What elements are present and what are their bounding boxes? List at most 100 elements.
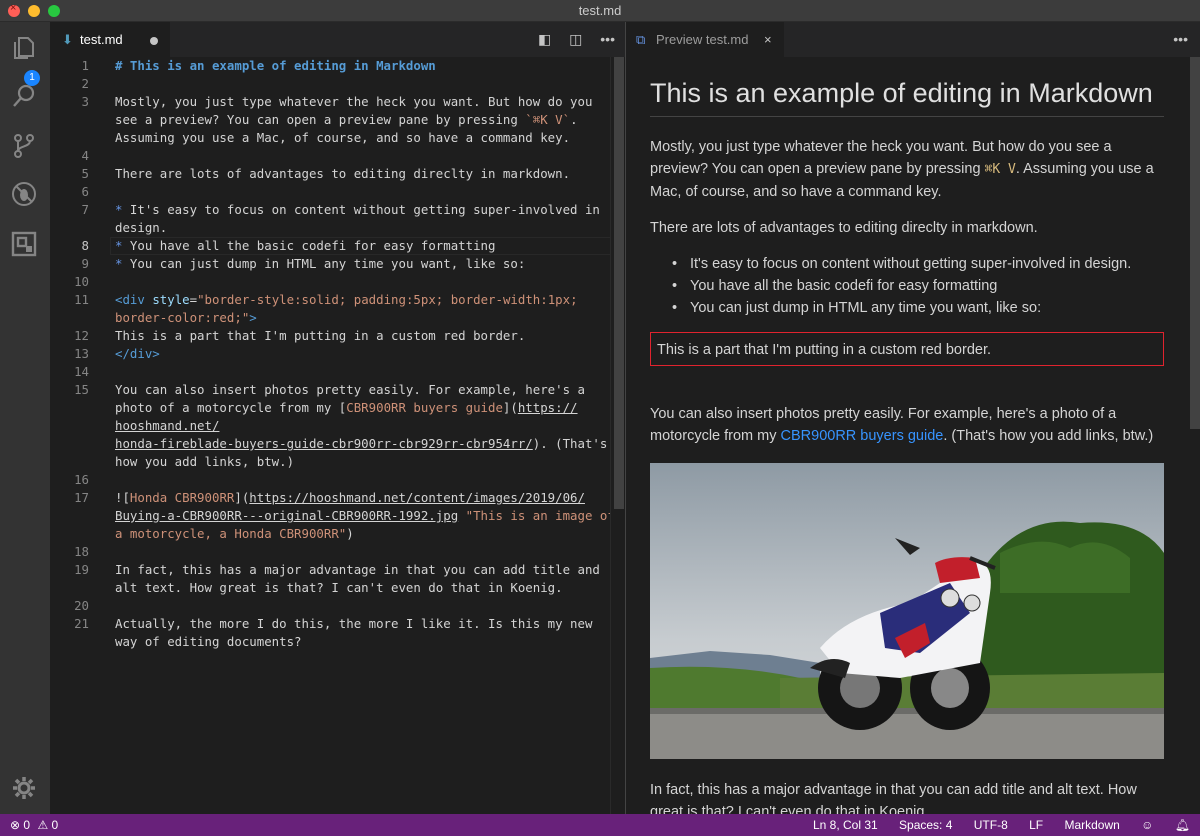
line-number: 3 bbox=[81, 94, 89, 109]
p1-shortcut: ⌘K V bbox=[984, 162, 1016, 177]
language-mode[interactable]: Markdown bbox=[1064, 818, 1119, 832]
code-token: = bbox=[189, 292, 198, 307]
cursor-position[interactable]: Ln 8, Col 31 bbox=[813, 818, 878, 832]
code-token: ) bbox=[346, 526, 354, 541]
code-line[interactable]: 13 </div> bbox=[50, 345, 610, 363]
code-line[interactable]: 2 bbox=[50, 75, 610, 93]
code-line[interactable]: 16 bbox=[50, 471, 610, 489]
code-line[interactable]: 14 bbox=[50, 363, 610, 381]
line-number: 21 bbox=[74, 616, 89, 631]
code-token: <div bbox=[115, 292, 145, 307]
status-bar: ⊗ 0 ⚠ 0 Ln 8, Col 31 Spaces: 4 UTF-8 LF … bbox=[0, 814, 1200, 836]
extensions-icon[interactable] bbox=[10, 230, 40, 260]
code-line[interactable]: 15 You can also insert photos pretty easi… bbox=[50, 381, 610, 399]
unsaved-dot-icon[interactable] bbox=[150, 37, 158, 45]
preview-scrollbar-thumb[interactable] bbox=[1190, 57, 1200, 429]
code-token: . bbox=[570, 112, 578, 127]
code-token: way of editing documents? bbox=[115, 634, 302, 649]
code-token: ). (That's bbox=[532, 436, 608, 451]
code-line[interactable]: 7 * It's easy to focus on content without… bbox=[50, 201, 610, 219]
line-number: 5 bbox=[81, 166, 89, 181]
code-token: https://hooshmand.net/content/images/201… bbox=[249, 490, 585, 505]
split-editor-icon[interactable]: ◫ bbox=[569, 22, 582, 57]
line-number: 8 bbox=[81, 238, 89, 253]
code-token: "This is an image of bbox=[465, 508, 615, 523]
code-token: There are lots of advantages to editing … bbox=[115, 166, 571, 181]
code-line[interactable]: Buying-a-CBR900RR---original-CBR900RR-19… bbox=[50, 507, 615, 525]
minimize-window-button[interactable] bbox=[28, 5, 40, 17]
editor-scrollbar[interactable] bbox=[610, 57, 624, 814]
code-line[interactable]: 12 This is a part that I'm putting in a c… bbox=[50, 327, 610, 345]
line-text: * It's easy to focus on content without … bbox=[115, 201, 600, 219]
line-text: In fact, this has a major advantage in t… bbox=[115, 561, 600, 579]
line-number: 1 bbox=[81, 58, 89, 73]
more-actions-icon[interactable]: ••• bbox=[1173, 22, 1188, 57]
code-line[interactable]: 8 * You have all the basic codefi for eas… bbox=[50, 237, 610, 255]
code-line[interactable]: see a preview? You can open a preview pa… bbox=[50, 111, 610, 129]
markdown-icon: ⬇ bbox=[62, 32, 73, 47]
code-line[interactable]: 1 # This is an example of editing in Mark… bbox=[50, 57, 610, 75]
code-line[interactable]: how you add links, btw.) bbox=[50, 453, 610, 471]
close-window-button[interactable] bbox=[8, 2, 20, 17]
code-line[interactable]: a motorcycle, a Honda CBR900RR") bbox=[50, 525, 610, 543]
line-number: 4 bbox=[81, 148, 89, 163]
code-token: ]( bbox=[234, 490, 250, 505]
code-line[interactable]: 17 ![Honda CBR900RR](https://hooshmand.ne… bbox=[50, 489, 610, 507]
error-count: 0 bbox=[23, 818, 31, 832]
code-token: hooshmand.net/ bbox=[115, 418, 220, 433]
editor-scrollbar-thumb[interactable] bbox=[614, 57, 624, 509]
code-line[interactable]: design. bbox=[50, 219, 610, 237]
code-token: style bbox=[152, 292, 190, 307]
preview-bullet-list: It's easy to focus on content without ge… bbox=[670, 253, 1164, 319]
encoding[interactable]: UTF-8 bbox=[974, 818, 1008, 832]
code-line[interactable]: 11 <div style="border-style:solid; paddin… bbox=[50, 291, 610, 309]
code-line[interactable]: honda-fireblade-buyers-guide-cbr900rr-cb… bbox=[50, 435, 610, 453]
close-tab-icon[interactable]: × bbox=[764, 22, 772, 57]
line-text: Actually, the more I do this, the more I… bbox=[115, 615, 592, 633]
open-preview-side-icon[interactable]: ◧ bbox=[538, 22, 551, 57]
code-line[interactable]: alt text. How great is that? I can't eve… bbox=[50, 579, 610, 597]
feedback-icon[interactable]: ☺ bbox=[1141, 818, 1153, 832]
code-line[interactable]: 20 bbox=[50, 597, 610, 615]
code-token: In fact, this has a major advantage in t… bbox=[115, 562, 600, 577]
code-token: > bbox=[249, 310, 257, 325]
code-line[interactable]: 19 In fact, this has a major advantage in… bbox=[50, 561, 610, 579]
line-text: alt text. How great is that? I can't eve… bbox=[115, 579, 563, 597]
tab-preview-test-md[interactable]: ⧉ Preview test.md × bbox=[626, 22, 784, 57]
code-line[interactable]: 10 bbox=[50, 273, 610, 291]
end-of-line[interactable]: LF bbox=[1029, 818, 1043, 832]
preview-tab-label: Preview test.md bbox=[656, 32, 749, 47]
indentation[interactable]: Spaces: 4 bbox=[899, 818, 952, 832]
files-icon[interactable] bbox=[10, 34, 40, 64]
tab-test-md[interactable]: ⬇ test.md bbox=[50, 22, 170, 57]
line-text: way of editing documents? bbox=[115, 633, 302, 651]
code-line[interactable]: 18 bbox=[50, 543, 610, 561]
code-line[interactable]: photo of a motorcycle from my [CBR900RR … bbox=[50, 399, 610, 417]
debug-icon[interactable] bbox=[10, 180, 40, 210]
code-line[interactable]: 3 Mostly, you just type whatever the heck… bbox=[50, 93, 610, 111]
gear-icon[interactable] bbox=[10, 774, 40, 804]
code-line[interactable]: 21 Actually, the more I do this, the more… bbox=[50, 615, 610, 633]
code-line[interactable]: way of editing documents? bbox=[50, 633, 610, 651]
more-actions-icon[interactable]: ••• bbox=[600, 22, 615, 57]
code-line[interactable]: hooshmand.net/ bbox=[50, 417, 610, 435]
code-line[interactable]: border-color:red;"> bbox=[50, 309, 610, 327]
bell-icon[interactable]: 🔔︎ bbox=[1175, 818, 1190, 832]
line-number: 18 bbox=[74, 544, 89, 559]
source-control-icon[interactable] bbox=[10, 132, 40, 162]
code-line[interactable]: 9 * You can just dump in HTML any time yo… bbox=[50, 255, 610, 273]
warning-icon: ⚠ bbox=[37, 818, 49, 832]
code-line[interactable]: 6 bbox=[50, 183, 610, 201]
zoom-window-button[interactable] bbox=[48, 5, 60, 17]
editor-actions: ◧ ◫ ••• bbox=[524, 22, 615, 57]
code-line[interactable]: 5 There are lots of advantages to editing… bbox=[50, 165, 610, 183]
cbr900rr-buyers-guide-link[interactable]: CBR900RR buyers guide bbox=[781, 428, 944, 444]
code-line[interactable]: 4 bbox=[50, 147, 610, 165]
code-editor[interactable]: 1 # This is an example of editing in Mark… bbox=[50, 57, 620, 814]
problems-indicator[interactable]: ⊗ 0 ⚠ 0 bbox=[10, 814, 58, 836]
search-icon[interactable] bbox=[10, 82, 40, 112]
line-text: hooshmand.net/ bbox=[115, 417, 219, 435]
preview-scrollbar[interactable] bbox=[1186, 57, 1200, 814]
code-line[interactable]: Assuming you use a Mac, of course, and s… bbox=[50, 129, 610, 147]
line-text: Buying-a-CBR900RR---original-CBR900RR-19… bbox=[115, 507, 615, 525]
